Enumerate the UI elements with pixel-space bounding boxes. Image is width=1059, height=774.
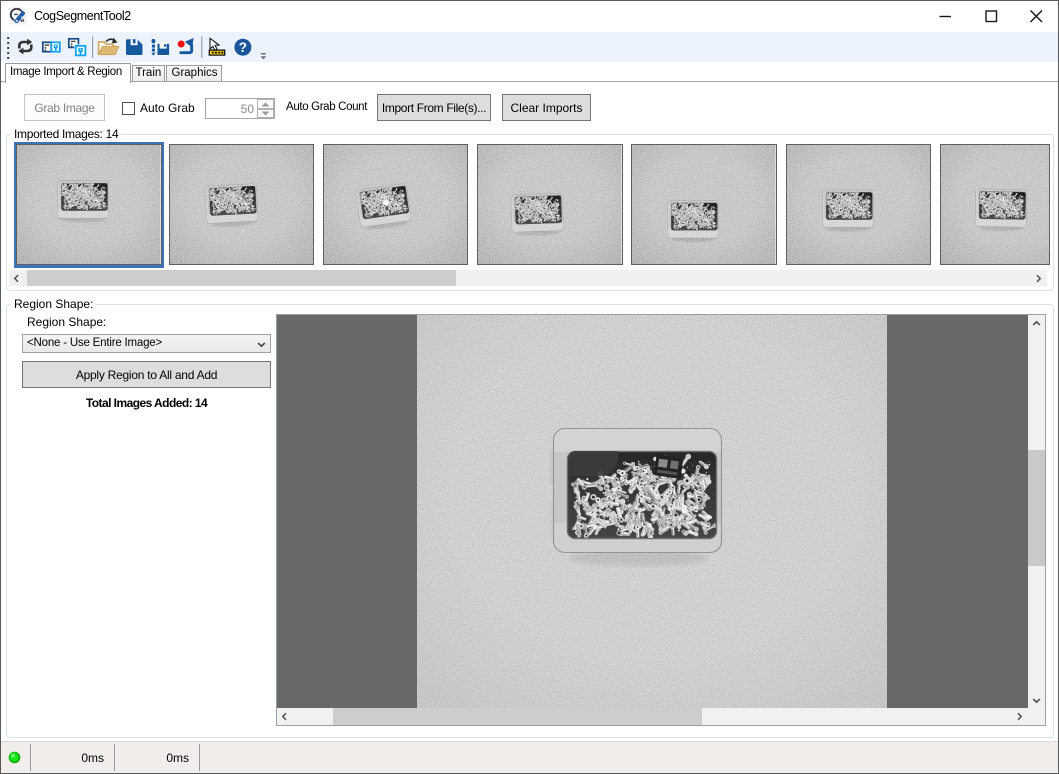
svg-text:?: ?: [239, 40, 247, 55]
